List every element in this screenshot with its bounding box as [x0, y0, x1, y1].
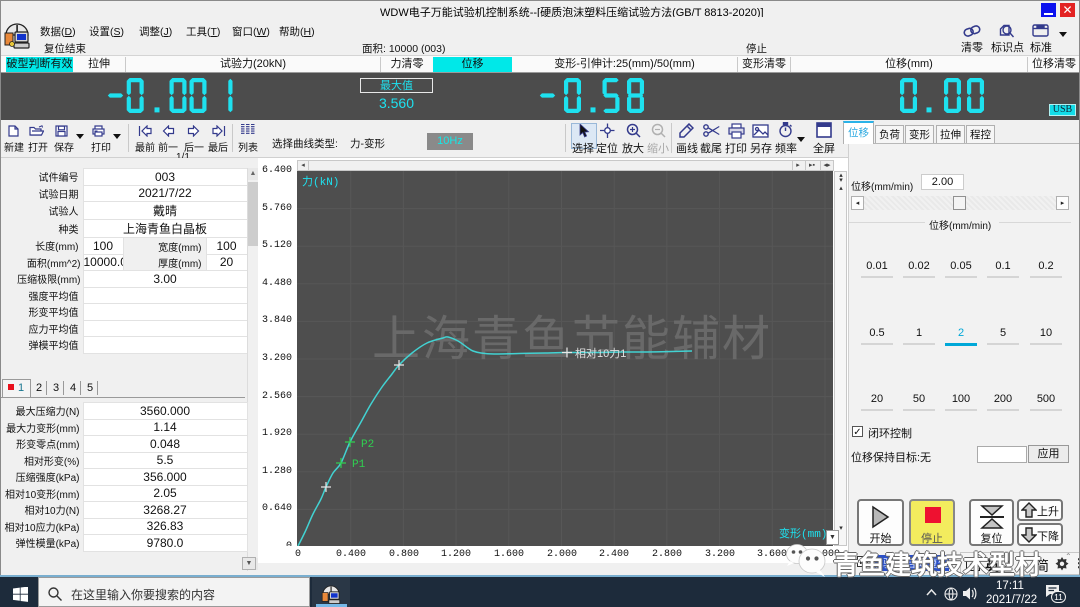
svg-text:变形(mm): 变形(mm)	[779, 526, 827, 541]
svg-text:相对10力1: 相对10力1	[575, 346, 626, 360]
svg-text:P2: P2	[361, 439, 374, 451]
svg-text:力(kN): 力(kN)	[302, 175, 339, 189]
svg-text:上海青鱼节能辅材: 上海青鱼节能辅材	[372, 313, 772, 366]
svg-text:P1: P1	[352, 459, 366, 471]
